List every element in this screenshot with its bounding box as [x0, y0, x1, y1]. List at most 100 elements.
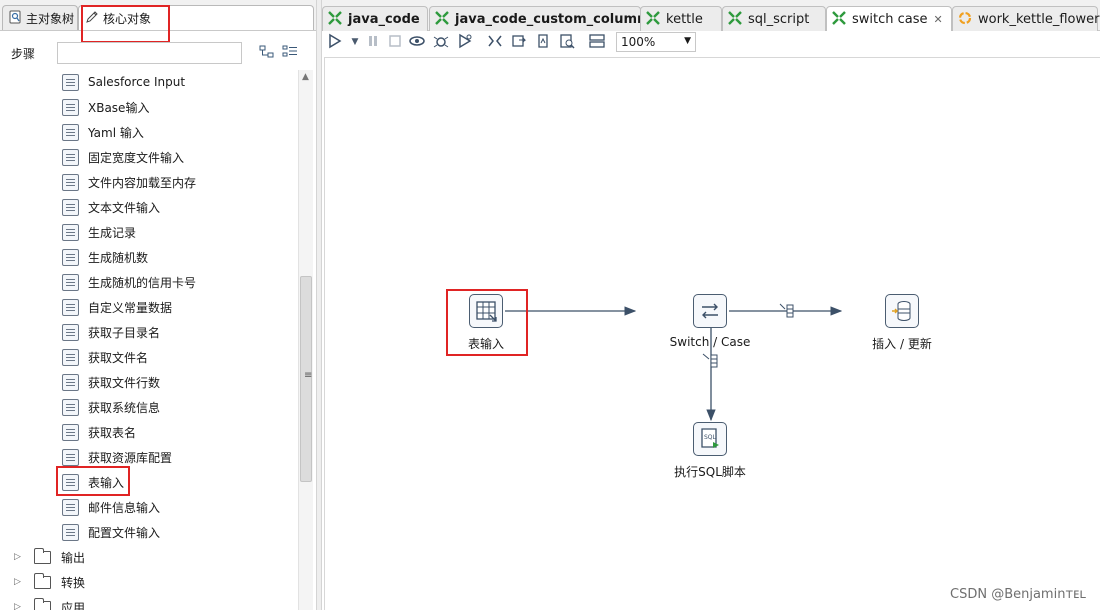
tree-item-label: 邮件信息输入 [88, 500, 161, 515]
expand-tree-icon[interactable] [282, 44, 298, 60]
text-file-input-icon [62, 198, 79, 216]
sql-script-icon: SQL [701, 428, 719, 448]
file-tab-bar: java_code java_code_custom_column kettle… [322, 0, 1100, 31]
folder-icon [34, 572, 51, 589]
explore-db-icon[interactable] [558, 33, 576, 51]
transformation-icon [831, 10, 847, 29]
tree-item-label: 获取子目录名 [88, 325, 161, 340]
tree-item-file-rows-count[interactable]: 获取文件行数 [62, 371, 160, 393]
verify-icon[interactable] [486, 33, 504, 51]
close-icon[interactable]: ✕ [934, 13, 943, 26]
tree-item-text-file-input[interactable]: 文本文件输入 [62, 196, 160, 218]
tree-item-repository-config[interactable]: 获取资源库配置 [62, 446, 172, 468]
scroll-up-arrow-icon[interactable]: ▲ [302, 72, 309, 82]
show-results-icon[interactable] [588, 33, 606, 51]
xbase-input-icon [62, 98, 79, 116]
tab-label: java_code_custom_column [455, 11, 647, 27]
salesforce-input-icon [62, 73, 79, 91]
config-file-input-icon [62, 523, 79, 541]
tree-item-subfolder-names[interactable]: 获取子目录名 [62, 321, 160, 343]
tab-kettle[interactable]: kettle [640, 6, 722, 31]
canvas-toolbar: ▼ 100% ▼ [322, 31, 1100, 53]
tree-item-label: Salesforce Input [88, 75, 186, 89]
tree-scrollbar[interactable]: ▲ ≡ [298, 70, 313, 610]
insert-update-icon [892, 301, 911, 321]
scrollbar-thumb[interactable]: ≡ [300, 276, 312, 482]
step-switch-case[interactable] [693, 294, 727, 328]
tree-item-label: 固定宽度文件输入 [88, 150, 185, 165]
file-to-memory-icon [62, 173, 79, 191]
replay-icon[interactable] [456, 33, 474, 51]
transformation-icon [727, 10, 743, 29]
highlight-box-table-input-item [56, 466, 130, 496]
tree-item-random-credit-card[interactable]: 生成随机的信用卡号 [62, 271, 196, 293]
tab-label: sql_script [748, 11, 810, 27]
copy-rows-hop-icon [702, 353, 718, 368]
tab-main-object-tree[interactable]: 主对象树 [2, 5, 78, 30]
zoom-select[interactable]: 100% ▼ [616, 32, 696, 52]
tree-item-file-names[interactable]: 获取文件名 [62, 346, 148, 368]
watermark: CSDN @Benjaminᴛᴇʟ [950, 587, 1086, 602]
tab-work-kettle-flower[interactable]: work_kettle_flower [952, 6, 1099, 31]
step-label-insert-update: 插入 / 更新 [872, 337, 932, 351]
tree-item-email-input[interactable]: 邮件信息输入 [62, 496, 160, 518]
file-names-icon [62, 348, 79, 366]
tab-java-code[interactable]: java_code [322, 6, 428, 31]
tree-item-label: XBase输入 [88, 100, 150, 115]
stop-icon[interactable] [386, 33, 404, 51]
generate-rows-icon [62, 223, 79, 241]
collapse-tree-icon[interactable] [259, 44, 275, 60]
grip-icon: ≡ [304, 370, 313, 381]
table-names-icon [62, 423, 79, 441]
step-exec-sql[interactable]: SQL [693, 422, 727, 456]
tree-item-label: 获取文件行数 [88, 375, 161, 390]
tree-item-fixed-width-file[interactable]: 固定宽度文件输入 [62, 146, 184, 168]
email-input-icon [62, 498, 79, 516]
tree-item-constant-data[interactable]: 自定义常量数据 [62, 296, 172, 318]
impact-analysis-icon[interactable] [510, 33, 528, 51]
steps-search-row: 步骤 [0, 40, 316, 66]
run-icon[interactable] [326, 33, 344, 51]
tree-item-label: 文本文件输入 [88, 200, 161, 215]
tree-folder-application[interactable]: ▷ 应用 [14, 596, 85, 610]
pause-icon[interactable] [364, 33, 382, 51]
chevron-right-icon[interactable]: ▷ [14, 602, 24, 610]
file-rows-count-icon [62, 373, 79, 391]
chevron-right-icon[interactable]: ▷ [14, 552, 24, 562]
run-options-dropdown-icon[interactable]: ▼ [346, 33, 364, 51]
tree-item-generate-rows[interactable]: 生成记录 [62, 221, 136, 243]
tree-item-random-number[interactable]: 生成随机数 [62, 246, 148, 268]
tab-sql-script[interactable]: sql_script [722, 6, 826, 31]
tree-item-config-file-input[interactable]: 配置文件输入 [62, 521, 160, 543]
tree-item-xbase-input[interactable]: XBase输入 [62, 96, 149, 118]
tree-item-salesforce-input[interactable]: Salesforce Input [62, 71, 185, 93]
step-insert-update[interactable] [885, 294, 919, 328]
chevron-down-icon: ▼ [684, 36, 691, 46]
tree-item-label: 获取文件名 [88, 350, 149, 365]
tree-item-yaml-input[interactable]: Yaml 输入 [62, 121, 144, 143]
tree-folder-output[interactable]: ▷ 输出 [14, 546, 85, 568]
steps-search-input[interactable] [57, 42, 242, 64]
left-panel: 主对象树 核心对象 步骤 Salesforce Input XBase输入 Ya… [0, 0, 316, 610]
tab-java-code-custom-column[interactable]: java_code_custom_column [429, 6, 646, 31]
folder-icon [34, 547, 51, 564]
debug-icon[interactable] [432, 33, 450, 51]
chevron-right-icon[interactable]: ▷ [14, 577, 24, 587]
highlight-box-core-objects-tab [81, 5, 170, 43]
subfolder-names-icon [62, 323, 79, 341]
tab-switch-case[interactable]: switch case ✕ [826, 6, 952, 31]
svg-text:SQL: SQL [704, 434, 717, 441]
tree-folder-transform[interactable]: ▷ 转换 [14, 571, 85, 593]
repository-config-icon [62, 448, 79, 466]
transformation-icon [434, 10, 450, 29]
tree-item-file-to-memory[interactable]: 文件内容加载至内存 [62, 171, 196, 193]
transformation-canvas[interactable]: 表输入 Switch / Case 插入 / 更新 SQL 执行SQL脚本 [324, 57, 1100, 610]
tree-item-label: 生成记录 [88, 225, 137, 240]
tree-item-table-names[interactable]: 获取表名 [62, 421, 136, 443]
tree-item-system-info[interactable]: 获取系统信息 [62, 396, 160, 418]
job-icon [957, 10, 973, 29]
preview-icon[interactable] [408, 33, 426, 51]
system-info-icon [62, 398, 79, 416]
sql-generate-icon[interactable] [534, 33, 552, 51]
tree-folder-label: 输出 [61, 550, 86, 565]
